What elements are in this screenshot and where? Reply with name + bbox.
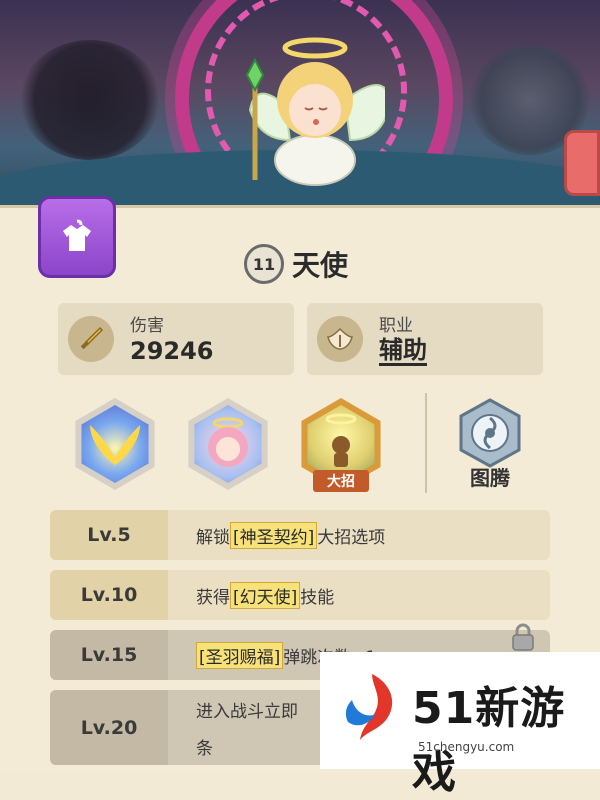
hero-level-badge: 11 <box>244 244 284 284</box>
skill-wings[interactable] <box>69 398 161 490</box>
reward-text: 进入战斗立即 条 <box>196 690 298 765</box>
site-url: 51chengyu.com <box>418 740 515 754</box>
level-label: Lv.5 <box>50 510 168 560</box>
damage-label: 伤害 <box>130 316 164 336</box>
outfit-button[interactable] <box>38 196 116 278</box>
hero-banner <box>0 0 600 210</box>
hero-name: 天使 <box>292 249 349 282</box>
reward-highlight-link[interactable]: [圣羽赐福] <box>196 641 284 669</box>
totem-icon[interactable] <box>457 398 523 468</box>
damage-stat: 伤害 29246 <box>58 303 294 375</box>
reward-text: 获得 [幻天使] 技能 <box>196 570 334 620</box>
golden-wings-icon <box>90 425 140 465</box>
reward-prefix: 获得 <box>196 587 230 608</box>
lock-icon <box>512 623 534 651</box>
level-reward-row: Lv.10 获得 [幻天使] 技能 <box>50 570 550 620</box>
reward-text: 解锁 [神圣契约] 大招选项 <box>196 510 385 560</box>
reward-suffix: 大招选项 <box>317 527 386 548</box>
totem-label: 图腾 <box>470 466 510 490</box>
reward-line2: 条 <box>196 738 213 759</box>
level-label: Lv.20 <box>50 690 168 765</box>
reward-prefix: 解锁 <box>196 527 230 548</box>
sword-icon <box>68 316 114 362</box>
support-class-icon <box>317 316 363 362</box>
ultimate-tag: 大招 <box>313 470 369 492</box>
skill-ultimate[interactable]: 大招 <box>295 398 387 492</box>
class-label: 职业 <box>379 316 413 336</box>
pink-angel-icon <box>208 417 248 467</box>
site-brand: 51新游戏 <box>412 683 566 798</box>
shirt-icon <box>63 219 91 251</box>
hero-title: 11 天使 <box>244 244 349 284</box>
side-tab-button[interactable] <box>564 130 600 196</box>
level-label: Lv.10 <box>50 570 168 620</box>
class-stat[interactable]: 职业 辅助 <box>307 303 543 375</box>
skill-pink-angel[interactable] <box>182 398 274 490</box>
level-reward-row: Lv.5 解锁 [神圣契约] 大招选项 <box>50 510 550 560</box>
reward-suffix: 技能 <box>300 587 335 608</box>
class-value-link[interactable]: 辅助 <box>379 337 427 366</box>
reward-prefix: 进入战斗立即 <box>196 701 298 722</box>
site-watermark: 51新游戏 51chengyu.com <box>320 652 600 798</box>
site-logo-icon <box>345 674 393 740</box>
angel-hero-portrait <box>245 37 385 186</box>
reward-highlight-link[interactable]: [神圣契约] <box>230 521 318 549</box>
damage-value: 29246 <box>130 337 214 365</box>
locked-hero-silhouette-left[interactable] <box>20 40 160 160</box>
level-label: Lv.15 <box>50 630 168 680</box>
skills-divider <box>425 393 427 493</box>
reward-highlight-link[interactable]: [幻天使] <box>230 581 301 609</box>
